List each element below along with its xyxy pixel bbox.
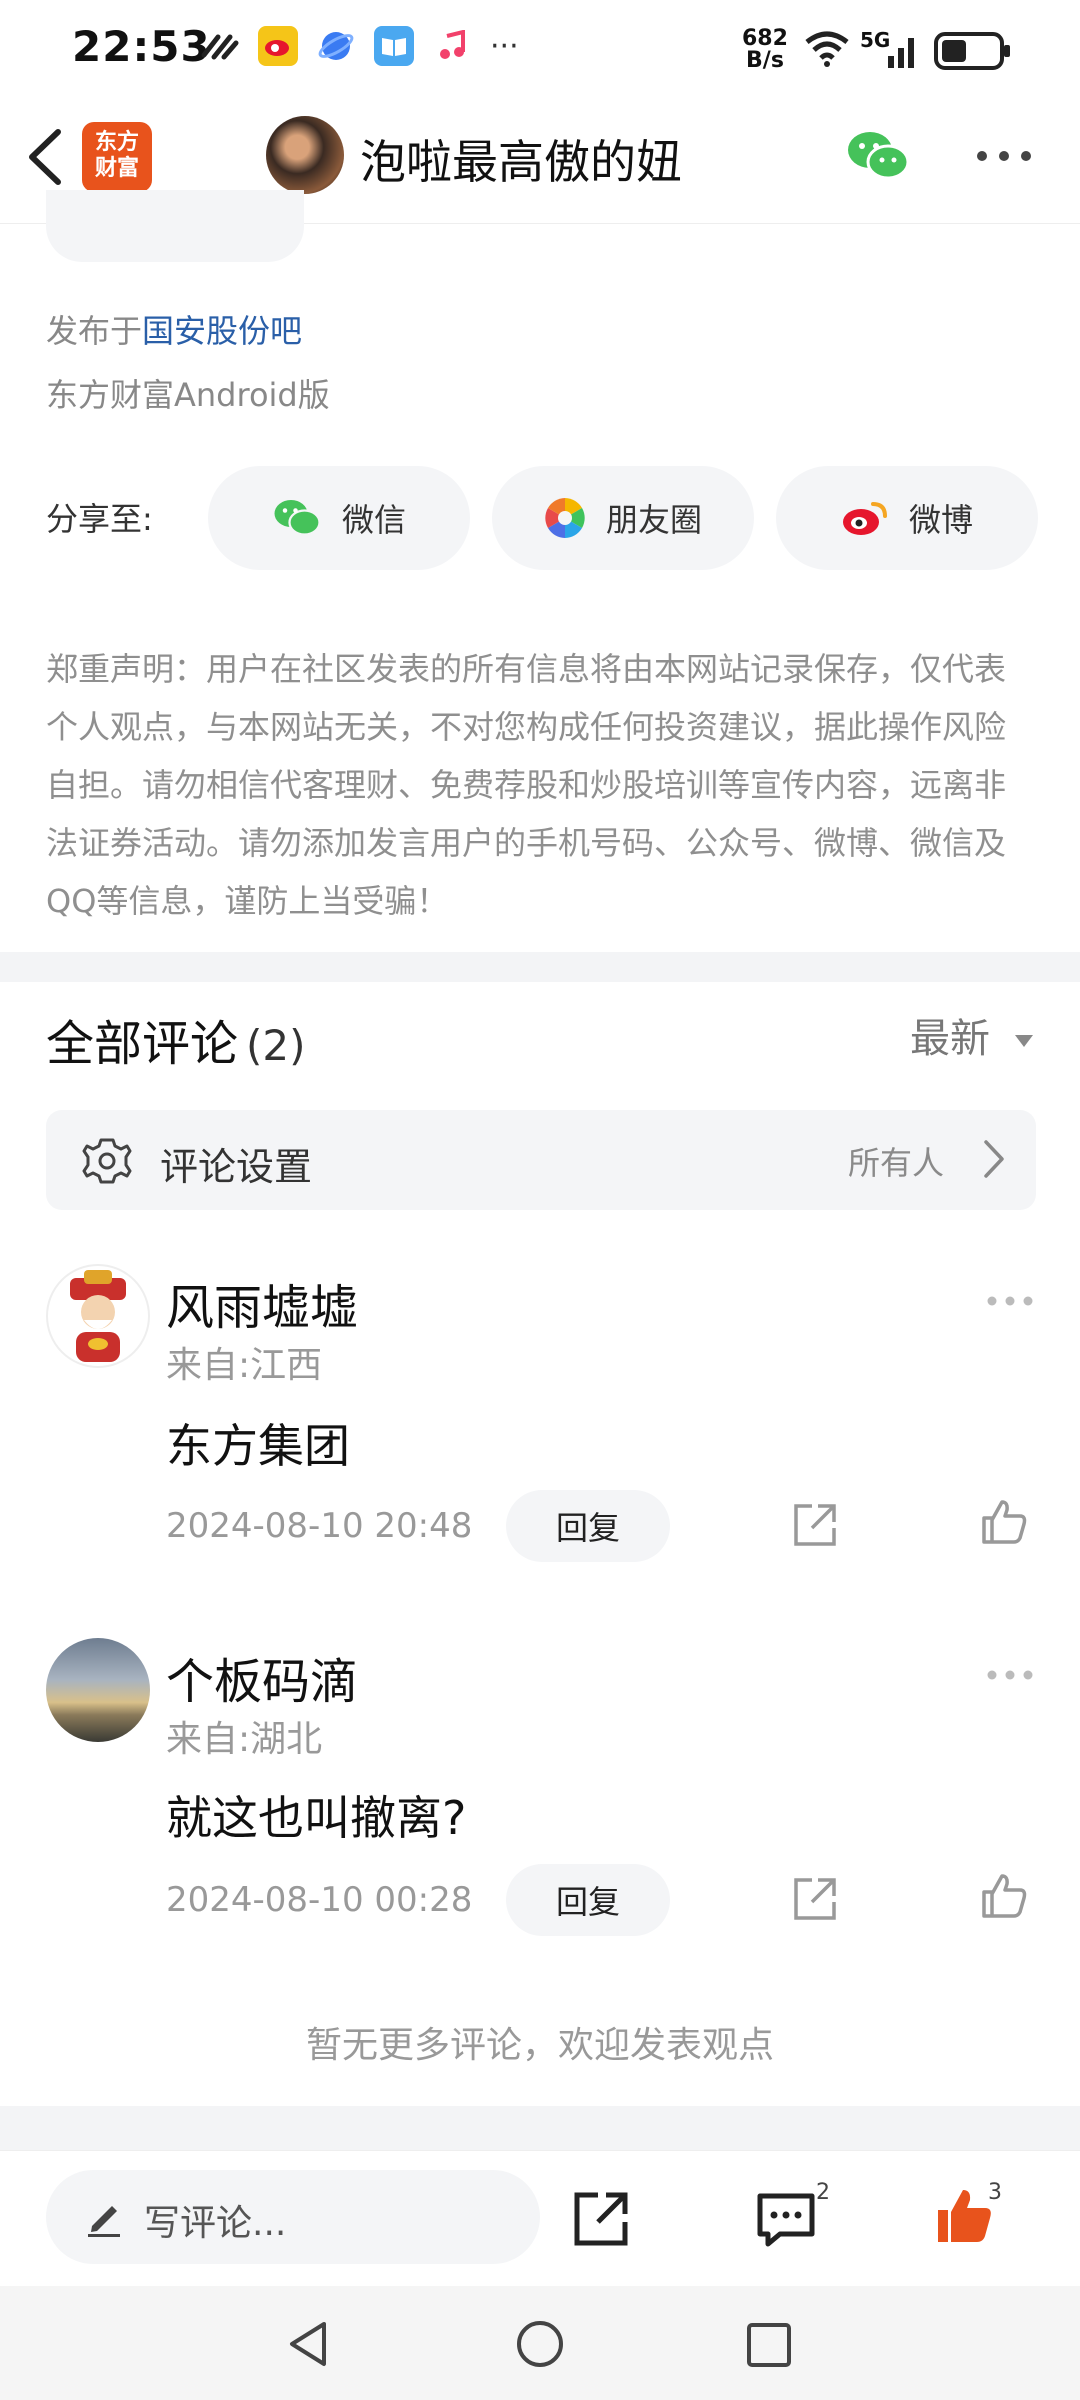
caret-down-icon (1014, 1035, 1033, 1047)
status-overflow: ··· (490, 28, 519, 64)
comment-count-badge: 2 (816, 2180, 830, 2205)
share-comment-icon[interactable] (792, 1876, 838, 1922)
share-moments-button[interactable]: 朋友圈 (492, 466, 754, 570)
stock-bar-link[interactable]: 国安股份吧 (142, 312, 302, 350)
comments-title-text: 全部评论 (46, 1016, 239, 1072)
wifi-icon (805, 31, 849, 67)
back-arrow-icon[interactable] (22, 126, 68, 188)
like-count-badge: 3 (988, 2180, 1002, 2205)
link-icon (201, 34, 239, 60)
book-app-icon (374, 26, 414, 66)
commenter-name[interactable]: 个板码滴 (166, 1642, 358, 1712)
comment-more-icon[interactable] (986, 1276, 1034, 1316)
write-comment-placeholder: 写评论... (144, 2203, 287, 2244)
wechat-icon (274, 500, 321, 536)
bottom-divider (0, 2106, 1080, 2150)
comment-settings-label: 评论设置 (160, 1145, 313, 1189)
moments-icon (545, 498, 585, 538)
section-divider (0, 952, 1080, 982)
battery-icon (934, 32, 1010, 70)
share-comment-icon[interactable] (792, 1502, 838, 1548)
comment-location: 来自:江西 (166, 1345, 323, 1386)
sort-dropdown[interactable]: 最新 (910, 1006, 1035, 1064)
no-more-comments: 暂无更多评论，欢迎发表观点 (305, 2025, 774, 2066)
share-wechat-button[interactable]: 微信 (208, 466, 470, 570)
share-post-icon[interactable] (572, 2190, 630, 2248)
nav-recents-icon[interactable] (744, 2320, 794, 2370)
author-avatar[interactable] (266, 116, 344, 194)
caishen-avatar-icon (70, 1270, 126, 1362)
gear-icon (82, 1138, 132, 1184)
published-prefix: 发布于 (46, 312, 143, 350)
app-logo[interactable]: 东方财富 (82, 122, 152, 192)
browser-app-icon (316, 26, 356, 66)
reply-button[interactable]: 回复 (506, 1490, 670, 1562)
published-in: 发布于国安股份吧 (46, 306, 302, 352)
weibo-icon (842, 502, 887, 535)
comment-settings-value: 所有人 (847, 1144, 944, 1182)
thumbs-up-icon[interactable] (980, 1872, 1028, 1920)
share-moments-label: 朋友圈 (605, 501, 702, 539)
write-comment-input[interactable]: 写评论... (46, 2170, 540, 2264)
share-wechat-label: 微信 (341, 501, 406, 539)
collapsed-content-pill[interactable] (46, 190, 304, 262)
network-speed: 682 B/s (742, 26, 788, 73)
status-time: 22:53 (72, 22, 211, 71)
like-filled-icon[interactable] (934, 2186, 994, 2246)
more-options-icon[interactable] (974, 148, 1034, 164)
share-weibo-button[interactable]: 微博 (776, 466, 1038, 570)
commenter-name[interactable]: 风雨墟墟 (166, 1268, 358, 1338)
comments-title: 全部评论 (2) (46, 1004, 306, 1074)
commenter-avatar[interactable] (46, 1638, 150, 1742)
pencil-icon (88, 2206, 120, 2237)
status-app-icons: ··· (200, 26, 519, 66)
nav-back-icon[interactable] (284, 2318, 334, 2370)
comments-count: (2) (246, 1021, 306, 1070)
comment-location: 来自:湖北 (166, 1719, 323, 1760)
wechat-share-icon[interactable] (846, 128, 910, 184)
client-source: 东方财富Android版 (46, 376, 330, 414)
commenter-avatar[interactable] (46, 1264, 150, 1368)
reply-button[interactable]: 回复 (506, 1864, 670, 1936)
comment-more-icon[interactable] (986, 1650, 1034, 1690)
comment-date: 2024-08-10 00:28 (166, 1880, 473, 1920)
disclaimer-text: 郑重声明：用户在社区发表的所有信息将由本网站记录保存，仅代表个人观点，与本网站无… (46, 650, 1007, 920)
thumbs-up-icon[interactable] (980, 1498, 1028, 1546)
signal-icon (888, 38, 914, 68)
comment-date: 2024-08-10 20:48 (166, 1506, 473, 1546)
sort-label: 最新 (910, 1016, 990, 1062)
share-weibo-label: 微博 (908, 501, 973, 539)
nav-home-icon[interactable] (514, 2318, 566, 2370)
comment-icon[interactable] (756, 2190, 816, 2248)
share-label: 分享至: (46, 500, 153, 538)
chevron-right-icon (984, 1140, 1004, 1178)
weibo-app-icon (258, 26, 298, 66)
comment-text: 东方集团 (166, 1419, 350, 1473)
comment-settings-row[interactable]: 评论设置 所有人 (46, 1110, 1036, 1210)
author-name[interactable]: 泡啦最高傲的妞 (360, 126, 682, 192)
music-app-icon (432, 26, 472, 66)
comment-text: 就这也叫撤离? (166, 1791, 467, 1845)
